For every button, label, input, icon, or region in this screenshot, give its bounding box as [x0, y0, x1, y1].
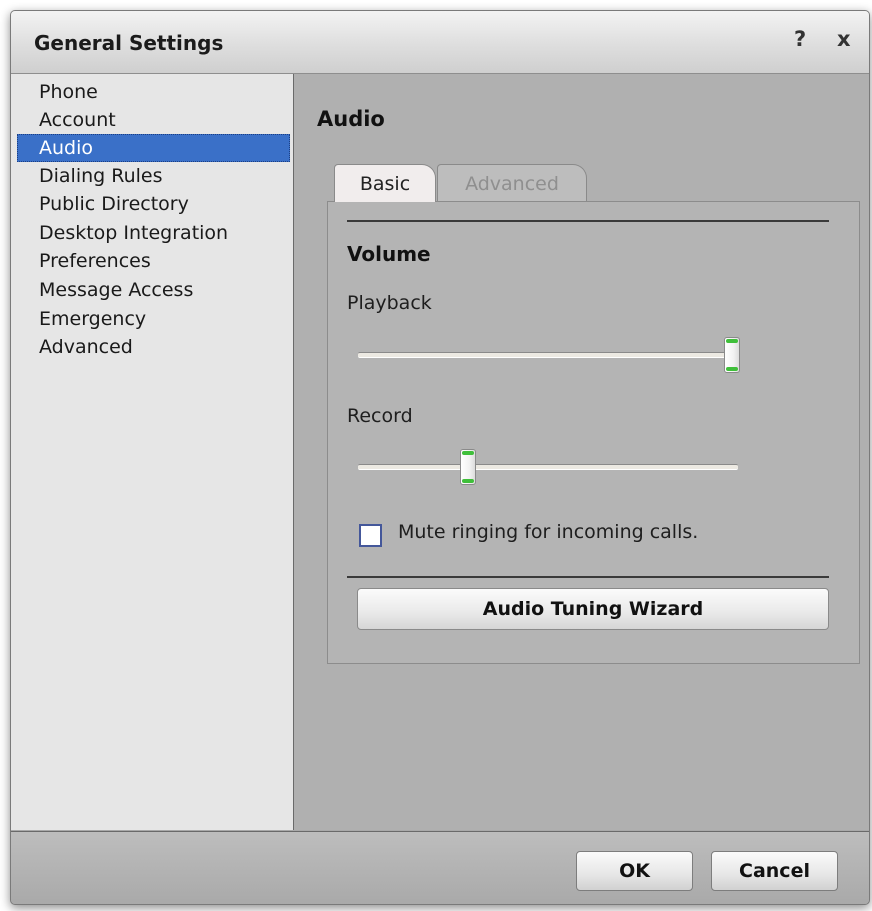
tab-advanced[interactable]: Advanced [437, 164, 587, 202]
playback-label: Playback [347, 292, 432, 314]
dialog-footer: OK Cancel [11, 831, 869, 904]
nav-item-advanced[interactable]: Advanced [17, 333, 290, 361]
divider [347, 576, 829, 578]
record-slider-track[interactable] [358, 464, 738, 470]
nav-item-desktop-integration[interactable]: Desktop Integration [17, 219, 290, 247]
mute-ringing-checkbox[interactable] [359, 524, 382, 547]
help-icon[interactable]: ? [794, 27, 806, 51]
title-bar: General Settings ? x [11, 11, 869, 74]
cancel-button[interactable]: Cancel [711, 851, 838, 891]
mute-ringing-label[interactable]: Mute ringing for incoming calls. [398, 521, 698, 543]
dialog-title: General Settings [34, 31, 224, 55]
tab-basic[interactable]: Basic [334, 164, 436, 202]
record-slider-thumb[interactable] [460, 449, 477, 485]
nav-item-phone[interactable]: Phone [17, 78, 290, 106]
nav-item-preferences[interactable]: Preferences [17, 247, 290, 275]
nav-item-public-directory[interactable]: Public Directory [17, 190, 290, 218]
close-icon[interactable]: x [837, 27, 851, 51]
audio-tuning-wizard-button[interactable]: Audio Tuning Wizard [357, 588, 829, 630]
settings-content-pane: Audio Basic Advanced Volume Playback Rec… [294, 74, 869, 830]
record-label: Record [347, 405, 413, 427]
ok-button[interactable]: OK [576, 851, 693, 891]
nav-item-audio[interactable]: Audio [17, 134, 290, 162]
settings-category-list: Phone Account Audio Dialing Rules Public… [11, 74, 294, 830]
nav-item-dialing-rules[interactable]: Dialing Rules [17, 162, 290, 190]
general-settings-dialog: General Settings ? x Phone Account Audio… [10, 10, 870, 905]
nav-item-message-access[interactable]: Message Access [17, 276, 290, 304]
nav-item-emergency[interactable]: Emergency [17, 305, 290, 333]
volume-heading: Volume [347, 242, 431, 266]
basic-tab-panel: Volume Playback Record Mute ringing for … [327, 201, 860, 664]
nav-item-account[interactable]: Account [17, 106, 290, 134]
section-title: Audio [317, 107, 385, 131]
playback-slider-thumb[interactable] [724, 337, 740, 373]
divider [347, 220, 829, 222]
playback-slider-track[interactable] [358, 352, 738, 358]
